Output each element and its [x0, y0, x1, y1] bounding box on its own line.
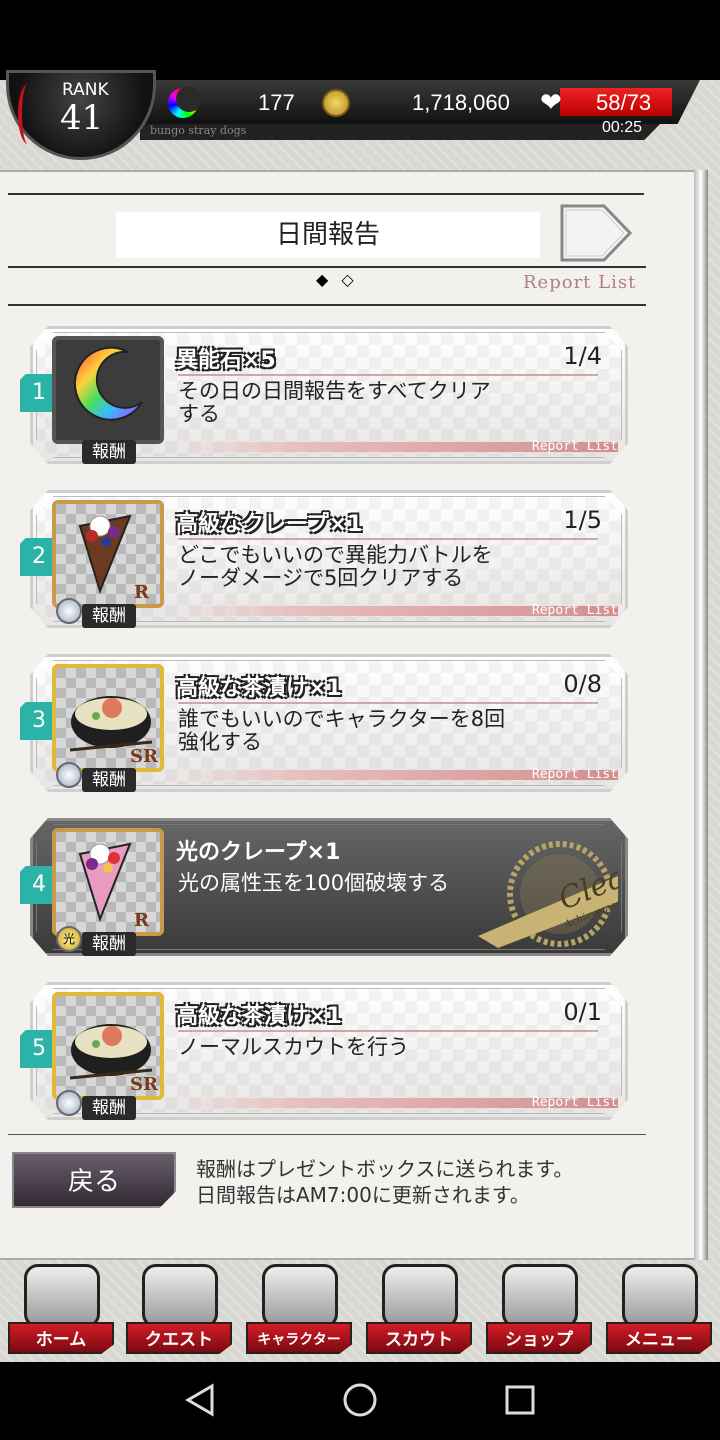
quest-card[interactable]: 1 報酬 異能石×5 1/4 その日の日間報告をすべてクリアする Report …	[20, 326, 628, 464]
back-triangle-icon[interactable]	[184, 1382, 216, 1418]
reward-tag: 報酬	[82, 440, 136, 464]
rarity-badge: R	[134, 910, 149, 931]
shop-icon	[502, 1264, 578, 1328]
progress-count: 1/5	[563, 506, 602, 534]
info-line: 報酬はプレゼントボックスに送られます。	[196, 1157, 574, 1181]
nav-menu[interactable]: メニュー	[604, 1258, 716, 1356]
reward-tag: 報酬	[82, 768, 136, 792]
ap-value: 58/73	[596, 90, 652, 115]
reward-name: 高級な茶漬け×1	[176, 1004, 342, 1029]
nav-home[interactable]: ホーム	[6, 1258, 118, 1356]
quest-description: ノーマルスカウトを行う	[178, 1035, 409, 1059]
nav-scout[interactable]: スカウト	[364, 1258, 476, 1356]
nav-quest[interactable]: クエスト	[124, 1258, 236, 1356]
report-list-link[interactable]: Report List	[523, 272, 636, 293]
nav-shop[interactable]: ショップ	[484, 1258, 596, 1356]
home-circle-icon[interactable]	[342, 1382, 378, 1418]
bottom-nav: ホーム クエスト キャラクター スカウト ショップ メニュー	[0, 1258, 720, 1362]
screen: RANK 41 177 1,718,060 ❤ 58/73 00:25 bung…	[0, 0, 720, 1440]
info-text: 報酬はプレゼントボックスに送られます。 日間報告はAM7:00に更新されます。	[196, 1156, 573, 1208]
quest-description: 誰でもいいのでキャラクターを8回強化する	[178, 707, 506, 754]
character-icon	[262, 1264, 338, 1328]
coin-count: 1,718,060	[412, 90, 510, 115]
status-bar	[0, 0, 720, 80]
quest-description: どこでもいいので異能力バトルをノーダメージで5回クリアする	[178, 543, 493, 590]
ability-stone-icon	[73, 346, 143, 421]
nav-label: スカウト	[366, 1322, 472, 1354]
reward-name: 高級なクレープ×1	[176, 512, 363, 537]
divider	[8, 304, 646, 306]
quest-icon	[142, 1264, 218, 1328]
nav-label: ホーム	[8, 1322, 114, 1354]
reward-name: 高級な茶漬け×1	[176, 676, 342, 701]
coin-icon	[322, 89, 350, 117]
divider	[8, 193, 644, 195]
reward-tag: 報酬	[82, 1096, 136, 1120]
quest-card[interactable]: 5 SR 報酬 高級な茶漬け×1 0/1 ノーマルスカウトを行う Report …	[20, 982, 628, 1120]
nav-label: ショップ	[486, 1322, 592, 1354]
reward-tag: 報酬	[82, 932, 136, 956]
card-report-label: Report List	[531, 603, 618, 618]
info-line: 日間報告はAM7:00に更新されます。	[196, 1183, 530, 1207]
quest-description: 光の属性玉を100個破壊する	[178, 871, 450, 895]
system-nav-bar	[0, 1362, 720, 1440]
rarity-badge: SR	[130, 746, 158, 767]
ap-heart-icon: ❤	[540, 88, 562, 118]
rank-value: 41	[60, 98, 104, 138]
back-button[interactable]: 戻る	[12, 1152, 176, 1208]
game-subtitle: bungo stray dogs	[150, 124, 247, 137]
card-rule	[178, 538, 598, 540]
nav-character[interactable]: キャラクター	[244, 1258, 356, 1356]
quest-description: その日の日間報告をすべてクリアする	[178, 379, 491, 426]
element-icon	[56, 1090, 82, 1116]
nav-label: キャラクター	[246, 1322, 352, 1354]
light-element-icon: 光	[56, 926, 82, 952]
card-rule	[178, 702, 598, 704]
ap-timer: 00:25	[602, 119, 643, 136]
quest-card-cleared[interactable]: 4 光 R 報酬 光のクレープ×1 光の属性玉を100個破壊する Clear A…	[20, 818, 628, 956]
card-rule	[178, 374, 598, 376]
page-indicator: ◆ ◇	[316, 270, 358, 289]
home-icon	[24, 1264, 100, 1328]
card-report-label: Report List	[531, 767, 618, 782]
page-title: 日間報告	[275, 220, 380, 250]
card-report-label: Report List	[531, 439, 618, 454]
rarity-badge: SR	[130, 1074, 158, 1095]
scout-icon	[382, 1264, 458, 1328]
nav-label: クエスト	[126, 1322, 232, 1354]
card-rule	[178, 1030, 598, 1032]
card-report-label: Report List	[531, 1095, 618, 1110]
next-page-arrow-icon[interactable]	[560, 204, 632, 262]
divider	[8, 1134, 646, 1135]
recents-square-icon[interactable]	[504, 1384, 536, 1416]
divider	[8, 266, 646, 268]
reward-name: 異能石×5	[176, 348, 276, 373]
clear-stamp-icon: Clear Achievement	[478, 841, 618, 948]
ability-stone-icon	[168, 86, 202, 118]
progress-count: 0/8	[563, 670, 602, 698]
nav-label: メニュー	[606, 1322, 712, 1354]
element-icon	[56, 762, 82, 788]
rarity-badge: R	[134, 582, 149, 603]
quest-card[interactable]: 2 R 報酬 高級なクレープ×1 1/5 どこでもいいので異能力バトルをノーダメ…	[20, 490, 628, 628]
quest-card[interactable]: 3 SR 報酬 高級な茶漬け×1 0/8 誰でもいいのでキャラクターを8回強化す…	[20, 654, 628, 792]
panel-edge	[694, 170, 708, 1260]
progress-count: 0/1	[563, 998, 602, 1026]
reward-tag: 報酬	[82, 604, 136, 628]
element-icon	[56, 598, 82, 624]
rank-progress-arc	[18, 84, 38, 144]
menu-gear-icon	[622, 1264, 698, 1328]
rank-label: RANK	[62, 80, 109, 100]
reward-name: 光のクレープ×1	[176, 840, 341, 865]
gem-count: 177	[258, 90, 295, 115]
progress-count: 1/4	[563, 342, 602, 370]
